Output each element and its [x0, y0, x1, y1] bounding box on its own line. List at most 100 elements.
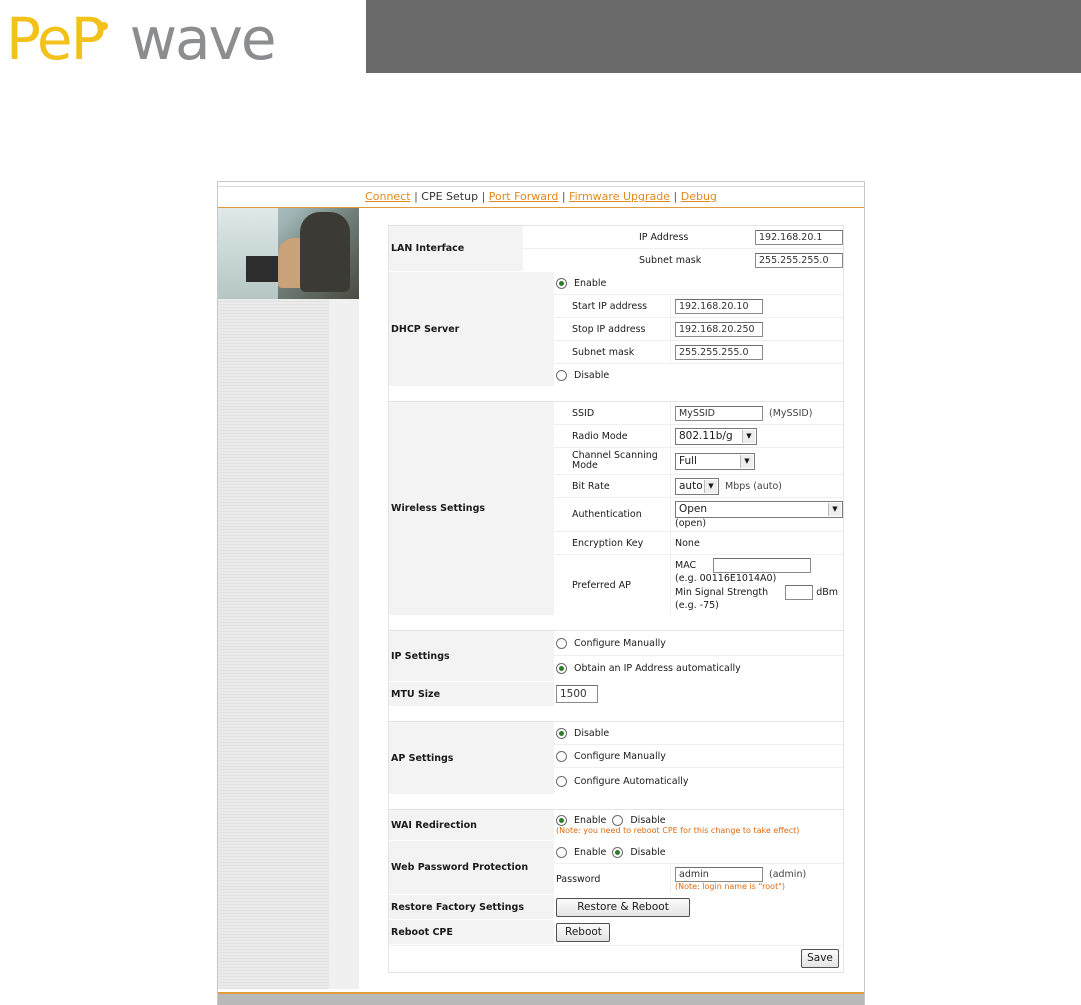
authentication-hint: (open) [675, 517, 707, 529]
wai-note: (Note: you need to reboot CPE for this c… [556, 826, 800, 835]
ap-settings-section: AP Settings Disable Configure Manually C… [388, 722, 844, 810]
radio-mode-label: Radio Mode [572, 430, 628, 442]
wireless-section: Wireless Settings SSID (MySSID) Radio Mod… [388, 402, 844, 631]
chevron-down-icon: ▼ [704, 479, 717, 493]
authentication-label: Authentication [572, 509, 642, 520]
ssid-label: SSID [572, 407, 595, 419]
webpass-disable-radio[interactable] [612, 846, 624, 858]
chevron-down-icon: ▼ [742, 429, 755, 443]
ssid-hint: (MySSID) [769, 407, 813, 419]
wai-enable-radio[interactable] [556, 815, 567, 826]
ip-manual-radio[interactable] [556, 637, 567, 649]
header-bar [366, 0, 1081, 73]
channel-scanning-label: Channel Scanning Mode [572, 450, 658, 471]
ip-auto-label: Obtain an IP Address automatically [574, 663, 741, 674]
password-label: Password [556, 873, 601, 885]
ap-auto-radio[interactable] [556, 775, 567, 787]
password-note: (Note: login name is "root") [675, 882, 786, 891]
nav-cpe-setup: CPE Setup [421, 190, 479, 203]
nav-connect[interactable]: Connect [365, 190, 410, 203]
bit-rate-select[interactable]: auto ▼ [675, 477, 719, 495]
ap-manual-label: Configure Manually [574, 750, 666, 762]
mtu-size-label: MTU Size [389, 682, 554, 706]
ip-settings-label: IP Settings [389, 631, 554, 681]
sidebar-panel [218, 299, 359, 989]
lan-dhcp-section: LAN Interface IP Address Subnet mask DHC… [388, 225, 844, 402]
encryption-key-value: None [670, 532, 843, 554]
mac-input[interactable] [713, 558, 812, 573]
system-section: WAI Redirection Enable Disable (Note: you… [388, 810, 844, 973]
ip-address-label: IP Address [639, 231, 689, 243]
logo-dot [99, 22, 108, 30]
webpass-disable-label: Disable [630, 846, 666, 858]
dhcp-start-label: Start IP address [572, 300, 648, 312]
min-signal-label: Min Signal Strength [675, 587, 769, 598]
nav-separator: | [414, 190, 418, 203]
reboot-cpe-label: Reboot CPE [389, 920, 554, 944]
password-hint: (admin) [769, 869, 807, 880]
lan-subnet-input[interactable] [755, 252, 843, 268]
channel-scanning-select[interactable]: Full ▼ [675, 452, 755, 470]
restore-factory-label: Restore Factory Settings [389, 895, 554, 919]
dhcp-enable-radio[interactable] [556, 277, 567, 289]
nav-separator: | [561, 190, 566, 203]
ip-auto-radio[interactable] [556, 663, 567, 674]
logo-wave-text: wave [129, 5, 277, 73]
dhcp-stop-label: Stop IP address [572, 323, 646, 335]
mac-hint: (e.g. 00116E1014A0) [675, 573, 777, 584]
ap-manual-radio[interactable] [556, 750, 567, 762]
password-input[interactable] [675, 867, 763, 882]
dhcp-enable-label: Enable [574, 277, 607, 289]
authentication-select[interactable]: Open ▼ [675, 500, 843, 518]
dhcp-start-input[interactable] [675, 298, 763, 314]
radio-mode-value: 802.11b/g [679, 430, 733, 442]
top-nav: Connect | CPE Setup | Port Forward | Fir… [218, 190, 864, 203]
pepwave-logo: PeP wave [6, 6, 356, 68]
settings-form: LAN Interface IP Address Subnet mask DHC… [388, 225, 844, 973]
webpass-enable-radio[interactable] [556, 846, 567, 858]
ip-manual-label: Configure Manually [574, 637, 666, 649]
ap-disable-radio[interactable] [556, 727, 567, 739]
wai-redirection-label: WAI Redirection [389, 810, 554, 840]
bit-rate-hint: Mbps (auto) [725, 480, 783, 492]
ap-auto-label: Configure Automatically [574, 775, 689, 787]
dhcp-disable-label: Disable [574, 369, 610, 381]
ssid-input[interactable] [675, 405, 763, 421]
nav-separator: | [481, 190, 486, 203]
restore-reboot-button[interactable]: Restore & Reboot [556, 897, 690, 917]
dhcp-stop-input[interactable] [675, 321, 763, 337]
radio-mode-select[interactable]: 802.11b/g ▼ [675, 427, 757, 445]
nav-debug[interactable]: Debug [681, 190, 717, 203]
wai-disable-radio[interactable] [612, 815, 624, 826]
encryption-key-label: Encryption Key [572, 537, 644, 549]
bit-rate-label: Bit Rate [572, 480, 610, 492]
web-password-label: Web Password Protection [389, 841, 554, 894]
lan-ip-input[interactable] [755, 229, 843, 245]
min-signal-input[interactable] [785, 585, 814, 600]
save-button[interactable]: Save [801, 949, 839, 968]
sidebar-photo [218, 208, 359, 299]
footer-bar [218, 992, 864, 1005]
nav-firmware-upgrade[interactable]: Firmware Upgrade [569, 190, 670, 203]
reboot-button[interactable]: Reboot [556, 922, 610, 942]
wai-disable-label: Disable [630, 815, 666, 826]
channel-scanning-value: Full [679, 455, 697, 467]
lan-interface-label: LAN Interface [389, 226, 523, 271]
dhcp-server-label: DHCP Server [389, 272, 554, 386]
bit-rate-value: auto [679, 480, 703, 492]
mtu-input[interactable] [556, 685, 598, 703]
mac-label: MAC [675, 560, 697, 571]
min-signal-hint: (e.g. -75) [675, 600, 719, 611]
cpe-setup-frame: Connect | CPE Setup | Port Forward | Fir… [217, 181, 865, 1005]
dhcp-subnet-input[interactable] [675, 344, 763, 360]
frame-top-divider [218, 186, 864, 187]
webpass-enable-label: Enable [574, 846, 607, 858]
nav-port-forward[interactable]: Port Forward [489, 190, 559, 203]
chevron-down-icon: ▼ [740, 454, 753, 468]
wai-enable-label: Enable [574, 815, 607, 826]
ip-settings-section: IP Settings Configure Manually Obtain an… [388, 631, 844, 722]
wireless-settings-label: Wireless Settings [389, 402, 554, 615]
dhcp-disable-radio[interactable] [556, 369, 567, 381]
ap-disable-label: Disable [574, 727, 610, 739]
chevron-down-icon: ▼ [828, 502, 841, 516]
